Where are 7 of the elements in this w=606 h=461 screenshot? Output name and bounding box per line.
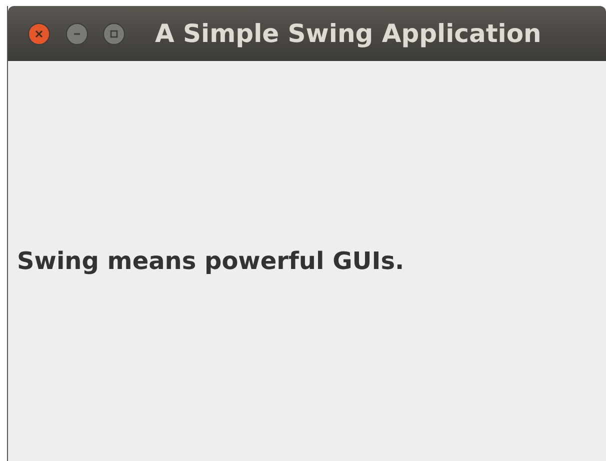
minimize-button[interactable] <box>66 22 88 44</box>
label-text: Swing means powerful GUIs. <box>17 246 404 277</box>
close-icon <box>34 28 44 38</box>
maximize-button[interactable] <box>103 22 125 44</box>
window-title: A Simple Swing Application <box>155 18 542 50</box>
maximize-icon <box>109 28 119 38</box>
close-button[interactable] <box>28 22 50 44</box>
